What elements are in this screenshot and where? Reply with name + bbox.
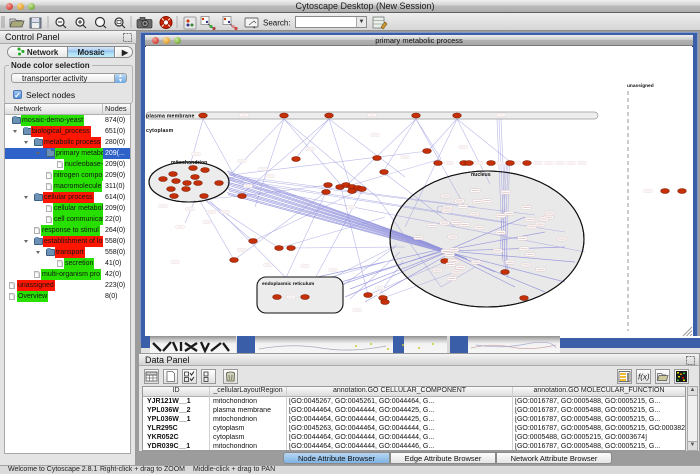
svg-text:plasma membrane: plasma membrane [146, 114, 195, 120]
svg-text:cytoplasm: cytoplasm [146, 128, 174, 134]
svg-text:endoplasmic reticulum: endoplasmic reticulum [262, 281, 314, 287]
svg-text:unassigned: unassigned [627, 83, 654, 89]
svg-text:Search:: Search: [263, 19, 291, 28]
svg-text:f(x): f(x) [638, 373, 650, 382]
svg-text:mitochondrion: mitochondrion [171, 160, 207, 166]
svg-text:nucleus: nucleus [471, 172, 491, 178]
